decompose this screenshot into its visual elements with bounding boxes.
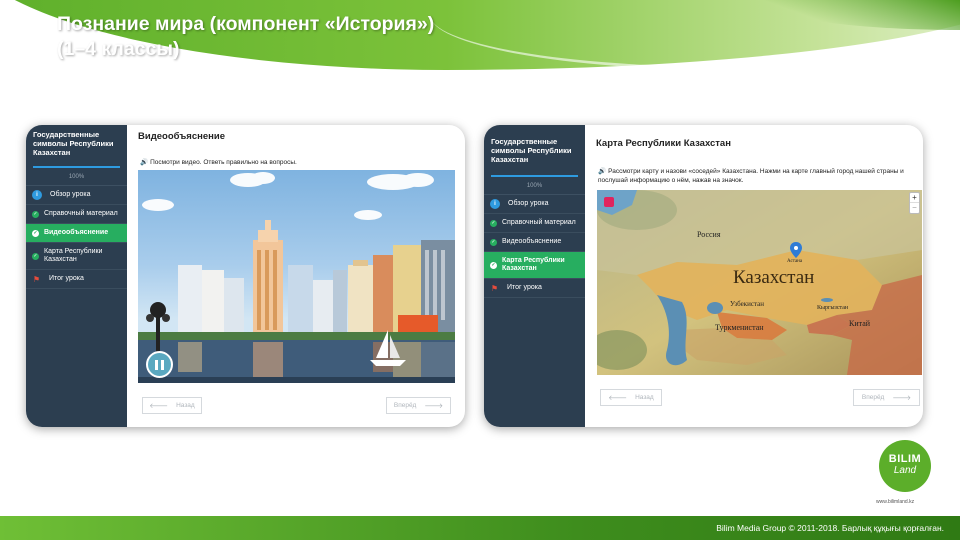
sidebar-item-label: Карта Республики Казахстан <box>502 257 565 272</box>
check-icon: ✓ <box>490 261 497 269</box>
lesson-content: Видеообъяснение 🔊 Посмотри видео. Ответь … <box>127 125 465 427</box>
lesson-sidebar: Государственные символы Республики Казах… <box>26 125 127 427</box>
bilimland-logo: BILIM Land <box>879 440 931 492</box>
sidebar-item-label: Справочный материал <box>502 219 576 226</box>
slide-title-line-1: Познание мира (компонент «История») <box>57 13 435 35</box>
map-label-kazakhstan: Казахстан <box>733 267 815 288</box>
next-button[interactable]: Вперёд 🡒 <box>853 389 920 406</box>
map-label-astana: Астана <box>787 259 803 264</box>
slide-footer: Bilim Media Group © 2011-2018. Барлық құ… <box>0 516 960 540</box>
sidebar-lesson-title: Государственные символы Республики Казах… <box>491 137 572 164</box>
sidebar-item-reference[interactable]: ✓ Справочный материал <box>484 214 585 233</box>
sidebar-item-label: Итог урока <box>49 275 84 282</box>
arrow-left-icon: 🡐 <box>149 403 169 410</box>
sidebar-item-video[interactable]: ✓ Видеообъяснение <box>484 233 585 252</box>
map-zoom-control: + − <box>909 192 920 214</box>
content-instruction: 🔊 Рассмотри карту и назови «соседей» Каза… <box>598 167 913 185</box>
next-button-label: Вперёд <box>861 394 885 401</box>
slide-title-line-2: (1–4 классы) <box>57 38 180 60</box>
arrow-right-icon: 🡒 <box>424 403 444 410</box>
logo-text-line-1: BILIM <box>888 453 922 465</box>
map-label-china: Китай <box>849 319 871 328</box>
slide-title: Познание мира (компонент «История») (1–4… <box>57 12 434 62</box>
content-instruction: 🔊 Посмотри видео. Ответь правильно на воп… <box>140 158 455 167</box>
check-icon: ✓ <box>490 238 497 246</box>
pause-button[interactable] <box>146 351 173 378</box>
sidebar-item-label: Видеообъяснение <box>502 238 562 245</box>
sidebar-item-summary[interactable]: ⚑ Итог урока <box>484 279 585 298</box>
flag-icon: ⚑ <box>32 274 41 284</box>
content-title: Видеообъяснение <box>138 131 225 142</box>
sidebar-item-label: Видеообъяснение <box>44 229 109 236</box>
sidebar-item-overview[interactable]: i Обзор урока <box>484 195 585 214</box>
back-button[interactable]: 🡐 Назад <box>600 389 662 406</box>
arrow-right-icon: 🡒 <box>892 395 912 402</box>
content-title: Карта Республики Казахстан <box>596 138 731 149</box>
kazakhstan-map[interactable]: Россия Казахстан Астана Узбекистан Кыргы… <box>597 190 922 375</box>
next-button[interactable]: Вперёд 🡒 <box>386 397 451 414</box>
lesson-screenshot-map: Государственные символы Республики Казах… <box>484 125 923 427</box>
sidebar-item-label: Обзор урока <box>508 200 549 207</box>
map-label-turkmenistan: Туркменистан <box>715 323 764 332</box>
lesson-screenshot-video: Государственные символы Республики Казах… <box>26 125 465 427</box>
check-icon: ✓ <box>32 252 39 260</box>
info-icon: i <box>32 190 42 200</box>
lesson-sidebar: Государственные символы Республики Казах… <box>484 125 585 427</box>
zoom-out-button[interactable]: − <box>910 203 919 213</box>
map-label-uzbekistan: Узбекистан <box>730 300 764 308</box>
video-player[interactable] <box>138 170 455 383</box>
instruction-text: Посмотри видео. Ответь правильно на вопр… <box>150 159 297 166</box>
map-label-kyrgyzstan: Кыргызстан <box>817 305 849 311</box>
lesson-progress-percent: 100% <box>26 168 127 186</box>
pause-icon <box>155 359 158 370</box>
sidebar-item-label: Справочный материал <box>44 210 118 217</box>
sidebar-item-video[interactable]: ✓ Видеообъяснение <box>26 224 127 243</box>
pause-icon-bar <box>161 359 164 370</box>
back-button-label: Назад <box>635 394 654 401</box>
sidebar-item-label: Обзор урока <box>50 191 91 198</box>
lesson-content: Карта Республики Казахстан 🔊 Рассмотри ка… <box>585 125 923 427</box>
lesson-progress-percent: 100% <box>484 177 585 195</box>
map-label-russia: Россия <box>697 230 721 239</box>
slide-header: Познание мира (компонент «История») (1–4… <box>0 0 960 72</box>
sidebar-item-summary[interactable]: ⚑ Итог урока <box>26 270 127 289</box>
back-button[interactable]: 🡐 Назад <box>142 397 202 414</box>
info-icon: i <box>490 199 500 209</box>
city-scene-illustration <box>138 172 455 383</box>
sidebar-item-label: Итог урока <box>507 284 542 291</box>
sidebar-item-map[interactable]: ✓ Карта Республики Казахстан <box>484 252 585 279</box>
logo-url: www.bilimland.kz <box>876 499 915 505</box>
next-button-label: Вперёд <box>393 402 417 409</box>
sidebar-item-reference[interactable]: ✓ Справочный материал <box>26 205 127 224</box>
sidebar-item-overview[interactable]: i Обзор урока <box>26 186 127 205</box>
speaker-icon[interactable]: 🔊 <box>598 168 606 175</box>
check-icon: ✓ <box>32 210 39 218</box>
copyright-text: Bilim Media Group © 2011-2018. Барлық құ… <box>716 523 944 533</box>
check-icon: ✓ <box>32 229 39 237</box>
back-button-label: Назад <box>176 402 195 409</box>
arrow-left-icon: 🡐 <box>608 395 628 402</box>
sidebar-lesson-title: Государственные символы Республики Казах… <box>33 130 114 157</box>
logo-text-line-2: Land <box>893 465 917 476</box>
sidebar-item-label: Карта Республики Казахстан <box>44 248 103 263</box>
flag-icon: ⚑ <box>490 283 499 293</box>
check-icon: ✓ <box>490 219 497 227</box>
speaker-icon[interactable]: 🔊 <box>140 159 148 166</box>
zoom-in-button[interactable]: + <box>910 193 919 203</box>
instruction-text: Рассмотри карту и назови «соседей» Казах… <box>598 168 904 184</box>
sidebar-item-map[interactable]: ✓ Карта Республики Казахстан <box>26 243 127 270</box>
